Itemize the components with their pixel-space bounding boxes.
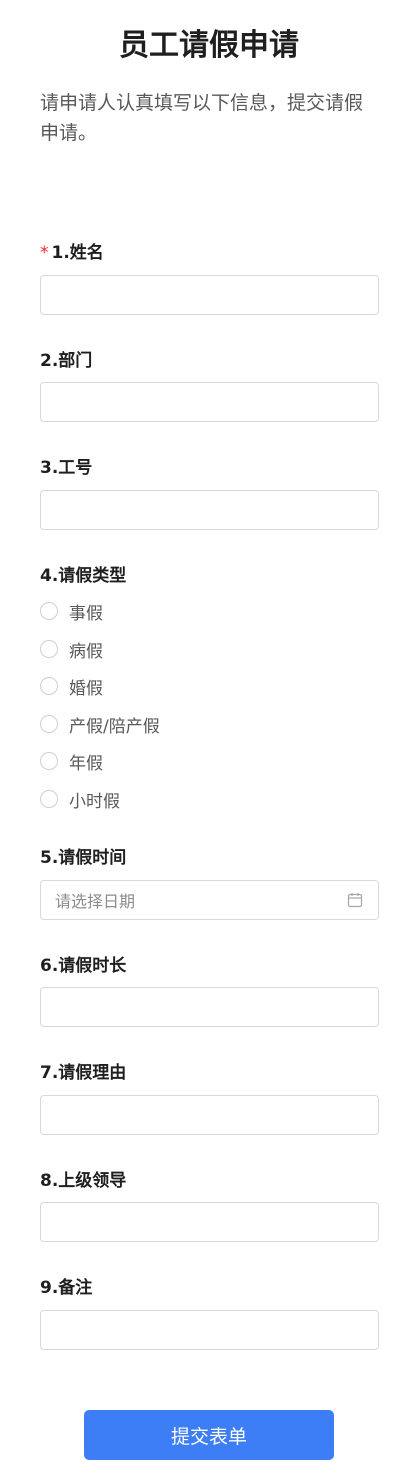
calendar-icon[interactable] — [346, 891, 364, 909]
leave-type-option-label: 病假 — [69, 641, 103, 662]
field-label-leave-time: 5.请假时间 — [40, 848, 127, 868]
leave-type-option[interactable]: 产假/陪产假 — [40, 713, 160, 737]
department-input[interactable] — [40, 382, 379, 422]
leave-type-option-label: 产假/陪产假 — [69, 716, 160, 737]
duration-input[interactable] — [40, 987, 379, 1027]
field-label-name: * 1.姓名 — [40, 242, 104, 264]
leave-type-option-label: 事假 — [69, 603, 103, 624]
date-placeholder: 请选择日期 — [55, 892, 136, 911]
supervisor-input[interactable] — [40, 1202, 379, 1242]
remarks-input[interactable] — [40, 1310, 379, 1350]
field-label-leave-type: 4.请假类型 — [40, 566, 127, 586]
field-label-reason: 7.请假理由 — [40, 1063, 127, 1083]
radio-button[interactable] — [40, 790, 58, 808]
radio-button[interactable] — [40, 640, 58, 658]
field-label-duration: 6.请假时长 — [40, 956, 127, 976]
form-title: 员工请假申请 — [119, 28, 299, 63]
radio-button[interactable] — [40, 752, 58, 770]
date-picker-input[interactable]: 请选择日期 — [40, 880, 379, 920]
reason-input[interactable] — [40, 1095, 379, 1135]
leave-type-option-label: 年假 — [69, 753, 103, 774]
name-input[interactable] — [40, 275, 379, 315]
leave-application-form: 员工请假申请 请申请人认真填写以下信息，提交请假申请。 * 1.姓名 2.部门 3… — [0, 0, 418, 1480]
leave-type-option[interactable]: 婚假 — [40, 675, 103, 699]
field-label-remarks: 9.备注 — [40, 1278, 93, 1298]
submit-button[interactable]: 提交表单 — [84, 1410, 334, 1460]
required-mark: * — [40, 243, 49, 263]
leave-type-option[interactable]: 小时假 — [40, 788, 120, 812]
leave-type-option-label: 婚假 — [69, 678, 103, 699]
radio-button[interactable] — [40, 715, 58, 733]
radio-button[interactable] — [40, 602, 58, 620]
leave-type-option[interactable]: 病假 — [40, 638, 103, 662]
field-label-employee-id: 3.工号 — [40, 458, 93, 478]
field-label-name-text: 1.姓名 — [51, 243, 104, 263]
leave-type-option[interactable]: 事假 — [40, 600, 103, 624]
leave-type-option[interactable]: 年假 — [40, 750, 103, 774]
field-label-department: 2.部门 — [40, 351, 93, 371]
radio-button[interactable] — [40, 677, 58, 695]
form-description: 请申请人认真填写以下信息，提交请假申请。 — [40, 92, 364, 144]
leave-type-option-label: 小时假 — [69, 791, 120, 812]
employee-id-input[interactable] — [40, 490, 379, 530]
field-label-supervisor: 8.上级领导 — [40, 1171, 127, 1191]
